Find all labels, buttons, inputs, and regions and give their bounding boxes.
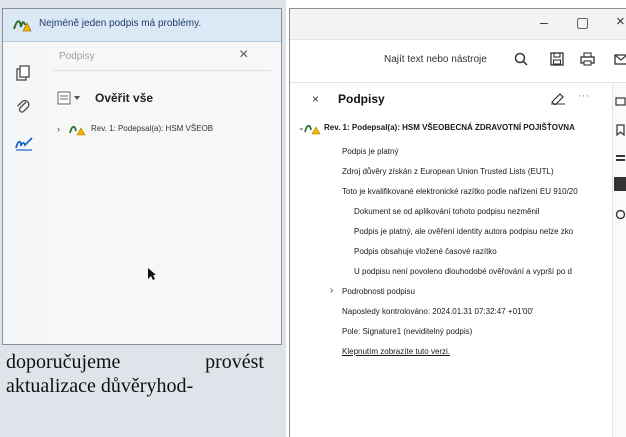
paragraph-word: provést — [205, 351, 264, 373]
revision-warning-icon — [69, 122, 87, 141]
window-titlebar: – ▢ × — [290, 9, 626, 40]
panel-title: Podpisy — [338, 92, 385, 106]
print-icon[interactable] — [580, 52, 595, 71]
minimize-button[interactable]: – — [540, 14, 548, 30]
sub-detail-line: Dokument se od aplikování tohoto podpisu… — [354, 207, 540, 216]
validate-all-button[interactable]: Ověřit vše — [95, 91, 153, 105]
attachment-icon[interactable] — [14, 98, 32, 121]
mail-icon[interactable] — [614, 52, 626, 71]
signatures-panel-header: × Podpisy ··· — [290, 83, 610, 115]
revision-label: Rev. 1: Podepsal(a): HSM VŠEOB — [91, 124, 214, 133]
certificate-icon[interactable] — [615, 207, 626, 225]
signatures-pane-header: Podpisy × — [43, 42, 281, 70]
sub-detail-line: U podpisu není povoleno dlouhodobé ověřo… — [354, 267, 572, 276]
sub-detail-line: Podpis obsahuje vložené časové razítko — [354, 247, 497, 256]
sub-detail-line: Podpis je platný, ale ověření identity a… — [354, 227, 574, 236]
pages-icon[interactable] — [14, 64, 32, 87]
comment-icon[interactable] — [615, 95, 626, 113]
pane-title: Podpisy — [59, 51, 95, 62]
chevron-right-icon[interactable]: › — [330, 285, 333, 296]
close-pane-button[interactable]: × — [239, 46, 248, 64]
view-version-link[interactable]: Klepnutím zobrazíte tuto verzi. — [342, 347, 450, 356]
paragraph-line: aktualizace důvěryhod- — [6, 375, 194, 397]
chevron-right-icon[interactable]: › — [57, 124, 60, 134]
close-panel-button[interactable]: × — [312, 92, 319, 106]
document-paragraph: doporučujeme provést aktualizace důvěryh… — [6, 350, 266, 398]
divider — [53, 70, 271, 71]
warning-text: Nejméně jeden podpis má problémy. — [39, 18, 202, 29]
signature-warning-bar: Nejméně jeden podpis má problémy. — [3, 9, 281, 42]
save-icon[interactable] — [550, 52, 564, 71]
signatures-pane: Podpisy × Ověřit vše › Rev. 1: Podepsal(… — [43, 42, 281, 344]
search-icon[interactable] — [514, 52, 528, 71]
revision-details: ⌄ Rev. 1: Podepsal(a): HSM VŠEOBECNÁ ZDR… — [290, 121, 612, 381]
revision-heading[interactable]: Rev. 1: Podepsal(a): HSM VŠEOBECNÁ ZDRAV… — [324, 123, 575, 132]
options-icon[interactable] — [57, 91, 83, 110]
sign-icon[interactable] — [550, 91, 566, 110]
mouse-pointer-icon — [147, 267, 157, 286]
left-screenshot-region: Nejméně jeden podpis má problémy. Podpis… — [0, 0, 286, 437]
bookmark-icon[interactable] — [615, 123, 626, 141]
detail-line: Podpis je platný — [342, 147, 399, 156]
last-checked-text: Naposledy kontrolováno: 2024.01.31 07:32… — [342, 307, 534, 316]
maximize-button[interactable]: ▢ — [576, 14, 589, 31]
find-text-search[interactable]: Najít text nebo nástroje — [384, 54, 487, 65]
navigation-rail — [3, 42, 44, 344]
signature-pen-icon[interactable] — [14, 136, 34, 157]
signature-field-text: Pole: Signature1 (neviditelný podpis) — [342, 327, 473, 336]
right-tools-rail — [612, 83, 626, 437]
detail-line: Toto je kvalifikované elektronické razít… — [342, 187, 578, 196]
layers-icon[interactable] — [615, 151, 626, 169]
detail-line: Zdroj důvěry získán z European Union Tru… — [342, 167, 554, 176]
signature-details-toggle[interactable]: Podrobnosti podpisu — [342, 287, 415, 296]
close-window-button[interactable]: × — [616, 13, 625, 30]
revision-warning-icon — [304, 121, 322, 140]
acrobat-signatures-window: Nejméně jeden podpis má problémy. Podpis… — [2, 8, 282, 345]
signatures-tool-icon[interactable] — [614, 177, 626, 191]
paragraph-word: doporučujeme — [6, 351, 121, 373]
right-screenshot-region: – ▢ × Najít text nebo nástroje × Podpisy… — [289, 8, 626, 437]
toolbar: Najít text nebo nástroje — [290, 40, 626, 83]
more-options-button[interactable]: ··· — [578, 90, 589, 102]
signature-warning-icon — [12, 15, 32, 38]
